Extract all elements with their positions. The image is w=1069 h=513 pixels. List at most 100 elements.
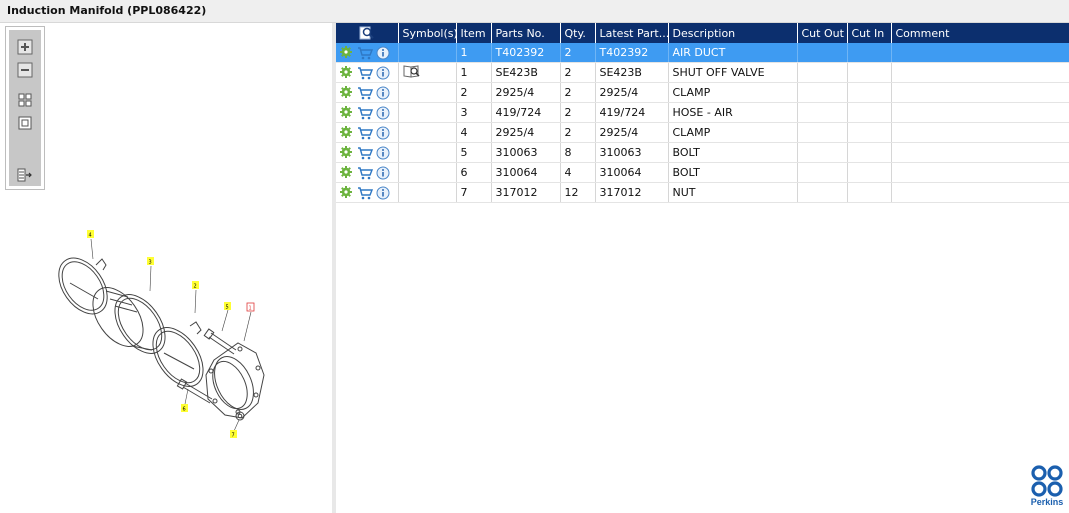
cell-cut-in xyxy=(847,162,892,183)
cell-symbols xyxy=(398,142,457,163)
exploded-parts-diagram[interactable]: 4 3 2 5 1 6 7 xyxy=(0,23,332,513)
cell-qty: 8 xyxy=(560,142,596,163)
cell-parts-no[interactable]: 317012 xyxy=(491,182,561,203)
cell-parts-no[interactable]: SE423B xyxy=(491,62,561,83)
cell-parts-no[interactable]: 419/724 xyxy=(491,102,561,123)
gear-icon[interactable] xyxy=(340,45,354,60)
magnifier-book-icon[interactable] xyxy=(403,64,421,78)
cell-parts-no[interactable]: T402392 xyxy=(491,43,561,63)
cell-parts-no[interactable]: 310064 xyxy=(491,162,561,183)
shopping-cart-icon[interactable] xyxy=(357,86,374,100)
parts-list-panel: Symbol(s) Item Parts No. Qty. Latest Par… xyxy=(336,23,1069,513)
table-row[interactable]: 2 2925/4 2 2925/4 CLAMP xyxy=(336,82,1069,103)
callout-5[interactable]: 5 xyxy=(224,302,231,311)
cell-cut-in xyxy=(847,142,892,163)
shopping-cart-icon[interactable] xyxy=(357,106,374,120)
gear-icon[interactable] xyxy=(340,85,354,100)
cell-comment xyxy=(891,62,1069,83)
info-icon[interactable] xyxy=(376,46,390,60)
cell-description: CLAMP xyxy=(668,82,798,103)
cell-symbols xyxy=(398,102,457,123)
callout-4[interactable]: 4 xyxy=(87,230,94,239)
header-item[interactable]: Item xyxy=(456,23,492,43)
shopping-cart-icon[interactable] xyxy=(357,186,374,200)
search-parts-icon xyxy=(359,26,374,40)
table-row[interactable]: 1 SE423B 2 SE423B SHUT OFF VALVE xyxy=(336,62,1069,83)
info-icon[interactable] xyxy=(376,106,390,120)
cell-qty: 2 xyxy=(560,102,596,123)
callout-2[interactable]: 2 xyxy=(192,281,199,290)
row-actions xyxy=(336,102,399,123)
header-cut-in[interactable]: Cut In xyxy=(847,23,892,43)
header-actions[interactable] xyxy=(336,23,399,43)
cell-parts-no[interactable]: 2925/4 xyxy=(491,82,561,103)
perkins-logo: Perkins xyxy=(1027,464,1067,510)
header-parts-no[interactable]: Parts No. xyxy=(491,23,561,43)
header-description[interactable]: Description xyxy=(668,23,798,43)
info-icon[interactable] xyxy=(376,166,390,180)
cell-qty: 2 xyxy=(560,62,596,83)
cell-latest-part: SE423B xyxy=(595,62,669,83)
cell-cut-in xyxy=(847,182,892,203)
window-title: Induction Manifold (PPL086422) xyxy=(7,4,207,17)
table-row[interactable]: 1 T402392 2 T402392 AIR DUCT xyxy=(336,43,1069,63)
header-latest-part[interactable]: Latest Part... xyxy=(595,23,669,43)
cell-latest-part: 419/724 xyxy=(595,102,669,123)
info-icon[interactable] xyxy=(376,66,390,80)
shopping-cart-icon[interactable] xyxy=(357,166,374,180)
header-cut-out[interactable]: Cut Out xyxy=(797,23,848,43)
cell-qty: 12 xyxy=(560,182,596,203)
table-row[interactable]: 3 419/724 2 419/724 HOSE - AIR xyxy=(336,102,1069,123)
cell-comment xyxy=(891,43,1069,63)
cell-latest-part: 317012 xyxy=(595,182,669,203)
info-icon[interactable] xyxy=(376,86,390,100)
cell-cut-out xyxy=(797,182,848,203)
row-actions xyxy=(336,182,399,203)
header-qty[interactable]: Qty. xyxy=(560,23,596,43)
cell-cut-in xyxy=(847,62,892,83)
cell-symbols xyxy=(398,62,457,83)
cell-cut-out xyxy=(797,122,848,143)
perkins-logo-icon xyxy=(1031,465,1063,497)
table-row[interactable]: 6 310064 4 310064 BOLT xyxy=(336,162,1069,183)
diagram-panel[interactable]: 4 3 2 5 1 6 7 xyxy=(0,23,332,513)
header-comment[interactable]: Comment xyxy=(891,23,1069,43)
shopping-cart-icon[interactable] xyxy=(357,66,374,80)
shopping-cart-icon[interactable] xyxy=(357,146,374,160)
cell-description: BOLT xyxy=(668,162,798,183)
info-icon[interactable] xyxy=(376,146,390,160)
info-icon[interactable] xyxy=(376,126,390,140)
info-icon[interactable] xyxy=(376,186,390,200)
cell-parts-no[interactable]: 2925/4 xyxy=(491,122,561,143)
shopping-cart-icon[interactable] xyxy=(357,46,374,60)
gear-icon[interactable] xyxy=(340,105,354,120)
svg-text:3: 3 xyxy=(149,260,152,266)
callout-1[interactable]: 1 xyxy=(246,302,255,312)
callout-7[interactable]: 7 xyxy=(230,430,237,439)
cell-item: 6 xyxy=(456,162,492,183)
row-actions xyxy=(336,142,399,163)
table-row[interactable]: 4 2925/4 2 2925/4 CLAMP xyxy=(336,122,1069,143)
gear-icon[interactable] xyxy=(340,145,354,160)
callout-6[interactable]: 6 xyxy=(181,404,188,413)
table-row[interactable]: 7 317012 12 317012 NUT xyxy=(336,182,1069,203)
gear-icon[interactable] xyxy=(340,165,354,180)
gear-icon[interactable] xyxy=(340,185,354,200)
cell-cut-out xyxy=(797,142,848,163)
cell-symbols xyxy=(398,82,457,103)
cell-description: BOLT xyxy=(668,142,798,163)
gear-icon[interactable] xyxy=(340,65,354,80)
gear-icon[interactable] xyxy=(340,125,354,140)
table-row[interactable]: 5 310063 8 310063 BOLT xyxy=(336,142,1069,163)
shopping-cart-icon[interactable] xyxy=(357,126,374,140)
cell-comment xyxy=(891,102,1069,123)
parts-table: Symbol(s) Item Parts No. Qty. Latest Par… xyxy=(336,23,1069,203)
header-symbols[interactable]: Symbol(s) xyxy=(398,23,457,43)
callout-3[interactable]: 3 xyxy=(147,257,154,266)
cell-parts-no[interactable]: 310063 xyxy=(491,142,561,163)
cell-latest-part: 2925/4 xyxy=(595,82,669,103)
row-actions xyxy=(336,43,399,63)
cell-item: 4 xyxy=(456,122,492,143)
cell-cut-in xyxy=(847,122,892,143)
row-actions xyxy=(336,62,399,83)
